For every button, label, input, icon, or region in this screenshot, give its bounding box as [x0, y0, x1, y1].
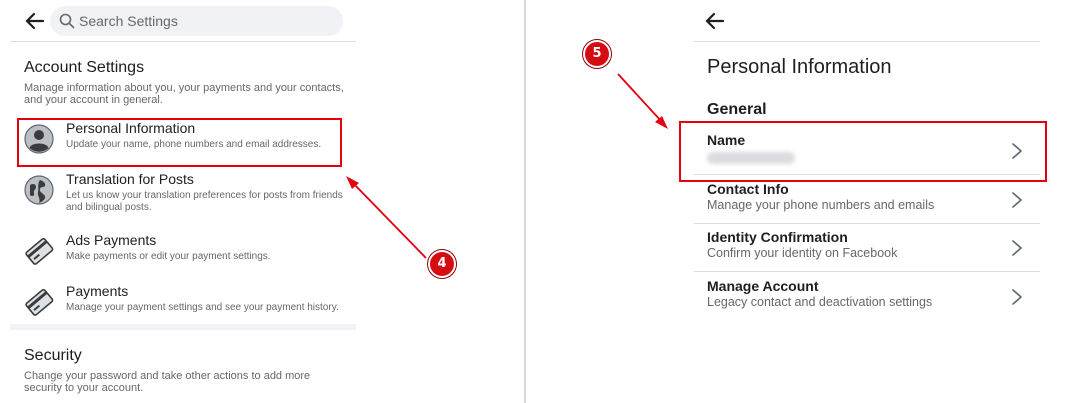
annotation-arrow-4 — [346, 176, 427, 259]
settings-item-translation-for-posts[interactable]: Translation for Posts Let us know your t… — [20, 171, 350, 221]
search-bar[interactable] — [50, 6, 343, 36]
globe-icon — [24, 175, 54, 205]
personal-information-panel: Personal Information General Name Contac… — [526, 0, 1089, 403]
search-input[interactable] — [79, 6, 329, 36]
credit-card-icon — [25, 288, 54, 316]
settings-header — [10, 0, 356, 42]
settings-panel: Account Settings Manage information abou… — [0, 0, 524, 403]
chevron-right-icon — [1012, 289, 1022, 305]
row-subtitle: Confirm your identity on Facebook — [707, 246, 898, 260]
step-badge-4: 4 — [428, 250, 456, 278]
settings-item-title: Payments — [66, 283, 129, 299]
header-divider — [694, 41, 1040, 42]
row-subtitle: Legacy contact and deactivation settings — [707, 295, 933, 309]
row-subtitle: Manage your phone numbers and emails — [707, 198, 935, 212]
settings-item-title: Ads Payments — [66, 232, 157, 248]
back-arrow-icon[interactable] — [22, 8, 48, 34]
section-divider — [10, 324, 356, 330]
settings-item-subtitle: Make payments or edit your payment setti… — [66, 251, 271, 262]
annotation-arrow-5 — [617, 73, 668, 129]
highlight-box-personal-information — [17, 118, 342, 167]
settings-item-title: Translation for Posts — [66, 171, 194, 187]
step-badge-5: 5 — [583, 40, 611, 68]
security-description: Change your password and take other acti… — [24, 370, 311, 394]
screenshot-stage: Account Settings Manage information abou… — [0, 0, 1089, 403]
back-arrow-icon[interactable] — [702, 8, 728, 34]
section-heading-general: General — [707, 101, 767, 118]
row-title: Manage Account — [707, 278, 819, 294]
search-icon — [59, 13, 75, 29]
highlight-box-name-row — [679, 121, 1047, 182]
page-title: Personal Information — [707, 56, 892, 78]
settings-item-subtitle: Manage your payment settings and see you… — [66, 302, 339, 313]
chevron-right-icon — [1012, 240, 1022, 256]
row-contact-info[interactable]: Contact Info Manage your phone numbers a… — [694, 175, 1040, 224]
row-title: Identity Confirmation — [707, 229, 848, 245]
account-settings-description: Manage information about you, your payme… — [24, 82, 344, 106]
row-identity-confirmation[interactable]: Identity Confirmation Confirm your ident… — [694, 223, 1040, 272]
settings-item-ads-payments[interactable]: Ads Payments Make payments or edit your … — [20, 232, 350, 282]
account-settings-heading: Account Settings — [24, 59, 145, 76]
row-manage-account[interactable]: Manage Account Legacy contact and deacti… — [694, 272, 1040, 321]
security-heading: Security — [24, 347, 82, 364]
row-title: Contact Info — [707, 181, 789, 197]
credit-card-icon — [25, 237, 54, 265]
settings-item-subtitle: Let us know your translation preferences… — [66, 190, 343, 213]
chevron-right-icon — [1012, 192, 1022, 208]
